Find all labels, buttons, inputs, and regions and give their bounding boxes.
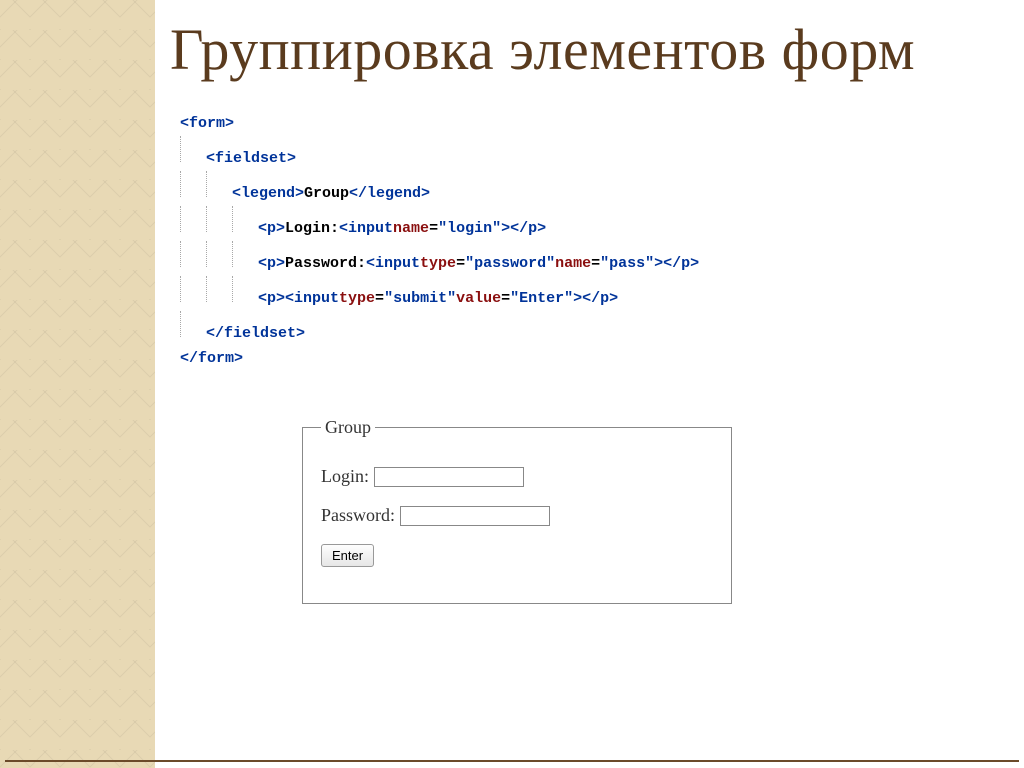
- attr-name: name: [393, 216, 429, 242]
- tag-p-open: <p>: [258, 216, 285, 242]
- val-pass: "pass": [600, 251, 654, 277]
- legend-group: Group: [321, 417, 375, 438]
- rendered-form-preview: Group Login: Password:: [300, 417, 984, 604]
- slide-content: Группировка элементов форм <form> <field…: [170, 20, 984, 604]
- code-line-2: <fieldset>: [180, 136, 984, 171]
- tag-form-open: <form>: [180, 111, 234, 137]
- label-password: Password:: [321, 505, 400, 525]
- code-line-8: </form>: [180, 346, 984, 372]
- val-submit: "submit": [384, 286, 456, 312]
- code-line-7: </fieldset>: [180, 311, 984, 346]
- code-line-4: <p>Login: <input name="login"></p>: [180, 206, 984, 241]
- tag-p-close: </p>: [582, 286, 618, 312]
- tag-legend-open: <legend>: [232, 181, 304, 207]
- example-form: Group Login: Password:: [300, 417, 984, 604]
- tag-form-close: </form>: [180, 346, 243, 372]
- code-sample: <form> <fieldset> <legend>Group</legend>…: [180, 111, 984, 372]
- code-line-1: <form>: [180, 111, 984, 137]
- tag-p-close: </p>: [663, 251, 699, 277]
- fieldset-group: Group Login: Password:: [302, 417, 732, 604]
- tag-input-open: <input: [366, 251, 420, 277]
- attr-type: type: [420, 251, 456, 277]
- attr-name: name: [555, 251, 591, 277]
- tag-input-open: <input: [285, 286, 339, 312]
- submit-button[interactable]: [321, 544, 374, 567]
- text-password: Password:: [285, 251, 366, 277]
- tag-p-open: <p>: [258, 286, 285, 312]
- label-login: Login:: [321, 466, 374, 486]
- row-login: Login:: [321, 466, 713, 487]
- login-input[interactable]: [374, 467, 524, 487]
- tag-fieldset-close: </fieldset>: [206, 321, 305, 347]
- text-legend: Group: [304, 181, 349, 207]
- slide-title: Группировка элементов форм: [170, 20, 984, 81]
- slide-bottom-rule: [5, 760, 1019, 762]
- code-line-3: <legend>Group</legend>: [180, 171, 984, 206]
- tag-legend-close: </legend>: [349, 181, 430, 207]
- attr-type: type: [339, 286, 375, 312]
- val-enter: "Enter": [510, 286, 573, 312]
- tag-fieldset-open: <fieldset>: [206, 146, 296, 172]
- code-line-5: <p>Password: <input type="password" name…: [180, 241, 984, 276]
- tag-p-open: <p>: [258, 251, 285, 277]
- password-input[interactable]: [400, 506, 550, 526]
- code-line-6: <p><input type="submit" value="Enter"></…: [180, 276, 984, 311]
- attr-value: value: [456, 286, 501, 312]
- val-login: "login": [438, 216, 501, 242]
- text-login: Login:: [285, 216, 339, 242]
- row-password: Password:: [321, 505, 713, 526]
- val-password: "password": [465, 251, 555, 277]
- tag-input-open: <input: [339, 216, 393, 242]
- row-submit: [321, 544, 713, 567]
- tag-p-close: </p>: [510, 216, 546, 242]
- slide-sidebar-pattern: [0, 0, 155, 768]
